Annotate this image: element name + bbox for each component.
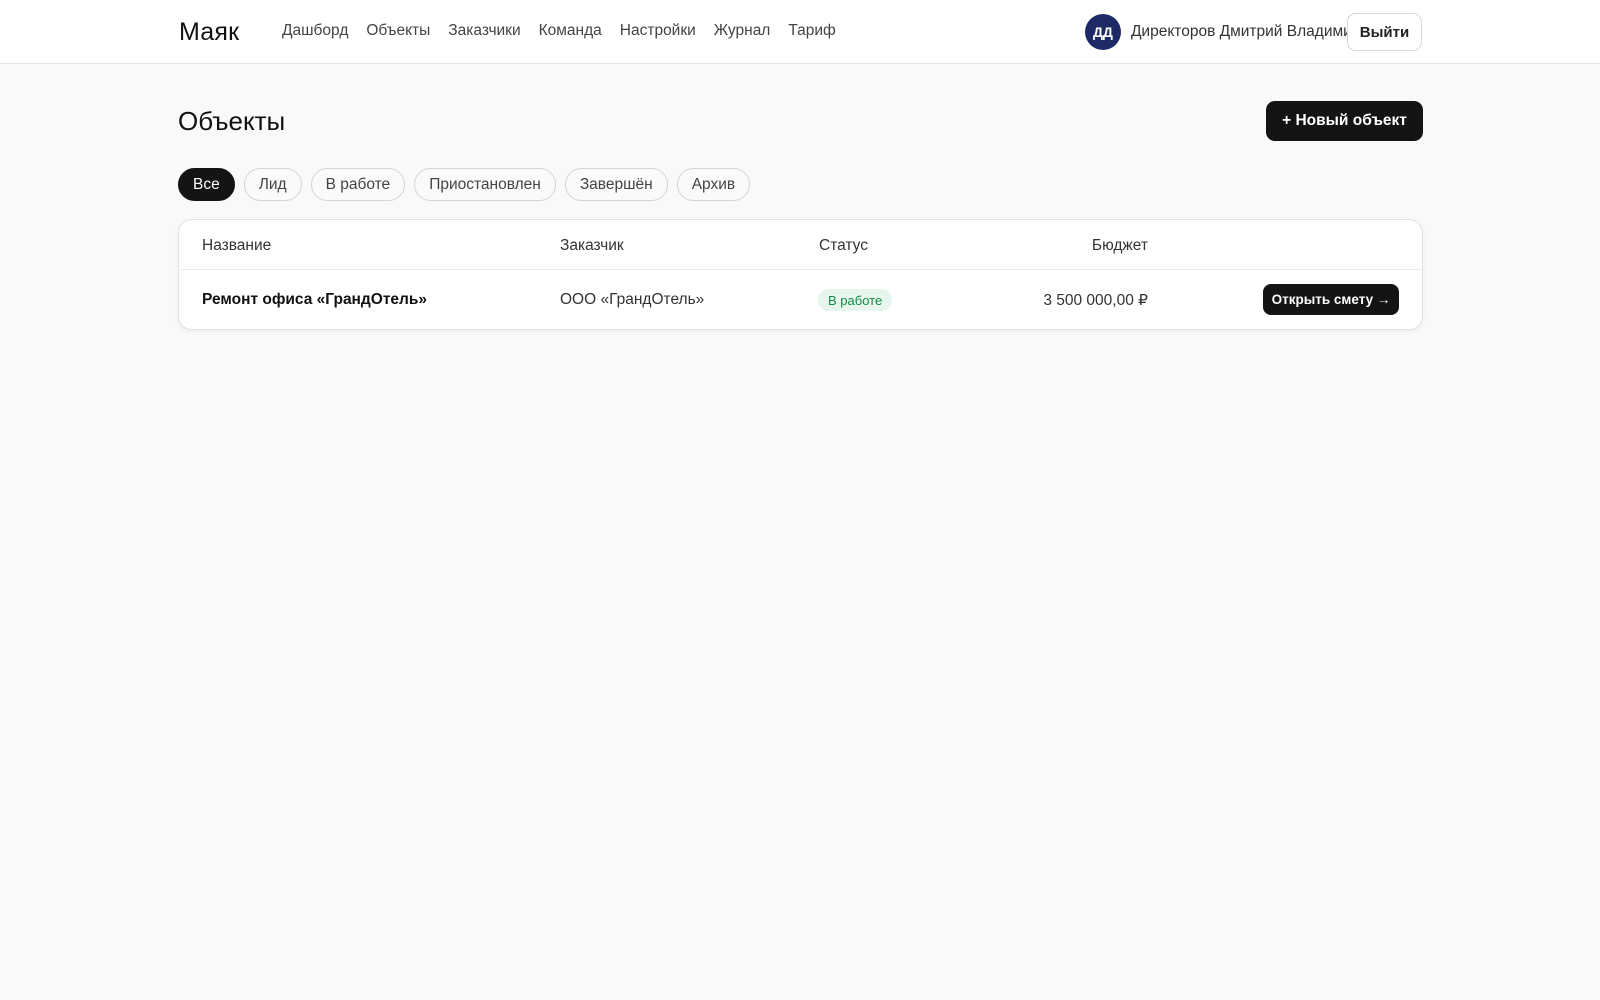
- object-customer: ООО «ГрандОтель»: [560, 291, 705, 308]
- filter-completed[interactable]: Завершён: [564, 168, 668, 201]
- top-navbar: Маяк Дашборд Объекты Заказчики Команда Н…: [0, 0, 1600, 64]
- page-title: Объекты: [178, 106, 286, 136]
- avatar[interactable]: ДД: [1084, 14, 1121, 50]
- table-row[interactable]: Ремонт офиса «ГрандОтель» ООО «ГрандОтел…: [179, 270, 1422, 331]
- nav-item-settings[interactable]: Настройки: [620, 22, 696, 40]
- filter-all[interactable]: Все: [178, 168, 235, 201]
- nav-item-journal[interactable]: Журнал: [714, 22, 771, 40]
- object-budget: 3 500 000,00 ₽: [1043, 292, 1148, 309]
- objects-table: Название Заказчик Статус Бюджет Ремонт о…: [178, 219, 1423, 330]
- object-name[interactable]: Ремонт офиса «ГрандОтель»: [202, 291, 427, 309]
- nav-item-dashboard[interactable]: Дашборд: [282, 22, 348, 40]
- status-badge: В работе: [818, 289, 893, 311]
- filter-in-work[interactable]: В работе: [310, 168, 406, 201]
- main-nav: Дашборд Объекты Заказчики Команда Настро…: [282, 22, 854, 40]
- new-object-button[interactable]: + Новый объект: [1266, 101, 1423, 141]
- nav-item-team[interactable]: Команда: [539, 22, 602, 40]
- open-estimate-button[interactable]: Открыть смету →: [1263, 284, 1399, 315]
- column-header-budget: Бюджет: [1091, 237, 1148, 254]
- filter-archive[interactable]: Архив: [676, 168, 751, 201]
- nav-item-customers[interactable]: Заказчики: [448, 22, 520, 40]
- column-header-name: Название: [202, 237, 272, 254]
- filter-lead[interactable]: Лид: [243, 168, 302, 201]
- column-header-customer: Заказчик: [560, 237, 624, 254]
- brand-logo[interactable]: Маяк: [179, 18, 239, 47]
- table-header: Название Заказчик Статус Бюджет: [179, 220, 1422, 270]
- nav-item-objects[interactable]: Объекты: [366, 22, 430, 40]
- nav-item-tariff[interactable]: Тариф: [788, 22, 835, 40]
- logout-button[interactable]: Выйти: [1347, 13, 1422, 51]
- filter-paused[interactable]: Приостановлен: [414, 168, 556, 201]
- status-filter-tabs: Все Лид В работе Приостановлен Завершён …: [178, 168, 759, 201]
- column-header-status: Статус: [819, 237, 868, 254]
